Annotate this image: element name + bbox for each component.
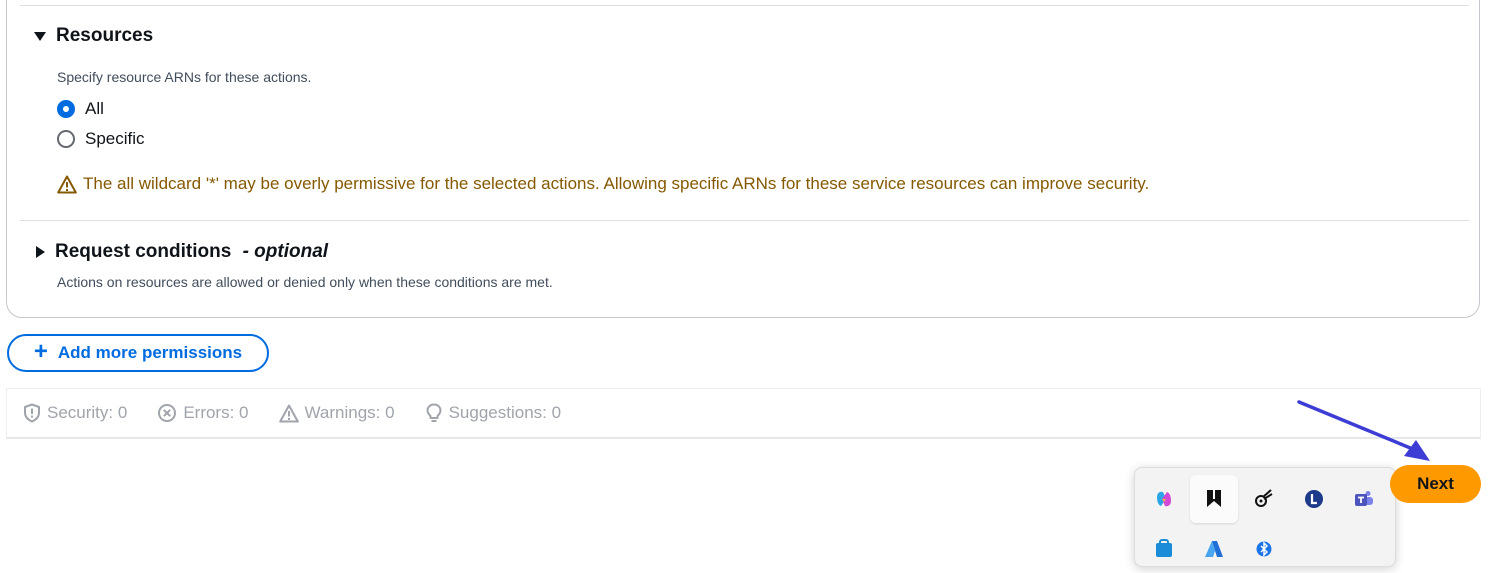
warning-text: The all wildcard '*' may be overly permi… xyxy=(83,174,1150,193)
optional-label: - optional xyxy=(242,241,329,262)
plus-icon: + xyxy=(33,338,48,365)
radio-checked-icon[interactable] xyxy=(57,100,75,118)
wildcard-warning: The all wildcard '*' may be overly permi… xyxy=(57,174,1149,194)
radio-all-label: All xyxy=(85,99,104,118)
caret-right-icon xyxy=(36,246,45,258)
top-divider xyxy=(20,5,1469,6)
resources-title: Resources xyxy=(56,25,154,46)
warnings-count-label: Warnings: 0 xyxy=(304,403,395,422)
suggestions-count-label: Suggestions: 0 xyxy=(448,403,562,422)
request-conditions-description: Actions on resources are allowed or deni… xyxy=(57,274,553,290)
warning-outline-icon xyxy=(278,404,299,422)
errors-count-label: Errors: 0 xyxy=(183,403,249,422)
system-tray-overflow xyxy=(1134,467,1396,567)
radio-unchecked-icon[interactable] xyxy=(57,130,75,148)
l-app-icon[interactable] xyxy=(1290,475,1338,523)
azure-icon[interactable] xyxy=(1190,525,1238,573)
security-count-label: Security: 0 xyxy=(47,403,128,422)
radio-specific-label: Specific xyxy=(85,129,145,148)
status-bar: Security: 0 Errors: 0 Warnings: 0 Sugges… xyxy=(6,388,1481,439)
warning-icon xyxy=(57,175,77,193)
bluetooth-icon[interactable] xyxy=(1240,525,1288,573)
radio-specific[interactable]: Specific xyxy=(57,129,145,149)
resources-header[interactable]: Resources xyxy=(34,25,153,47)
resources-description: Specify resource ARNs for these actions. xyxy=(57,69,312,85)
request-conditions-title: Request conditions xyxy=(55,241,232,262)
warnings-count[interactable]: Warnings: 0 xyxy=(278,403,395,423)
next-button[interactable]: Next xyxy=(1390,465,1481,503)
copilot-icon[interactable] xyxy=(1140,475,1188,523)
security-count[interactable]: Security: 0 xyxy=(23,403,127,423)
lightbulb-icon xyxy=(426,403,442,422)
suggestions-count[interactable]: Suggestions: 0 xyxy=(425,403,561,424)
errors-count[interactable]: Errors: 0 xyxy=(157,403,249,423)
snipping-tool-icon[interactable] xyxy=(1240,475,1288,523)
section-divider xyxy=(20,220,1469,221)
shield-icon xyxy=(24,403,40,423)
error-icon xyxy=(158,404,177,422)
store-icon[interactable] xyxy=(1140,525,1188,573)
caret-down-icon xyxy=(34,31,46,41)
add-more-permissions-button[interactable]: + Add more permissions xyxy=(7,334,269,372)
add-more-permissions-label: Add more permissions xyxy=(57,343,243,362)
request-conditions-header[interactable]: Request conditions - optional xyxy=(36,241,328,263)
app-icon[interactable] xyxy=(1190,475,1238,523)
permissions-panel xyxy=(6,0,1480,318)
radio-all[interactable]: All xyxy=(57,99,104,119)
teams-icon[interactable] xyxy=(1340,475,1388,523)
